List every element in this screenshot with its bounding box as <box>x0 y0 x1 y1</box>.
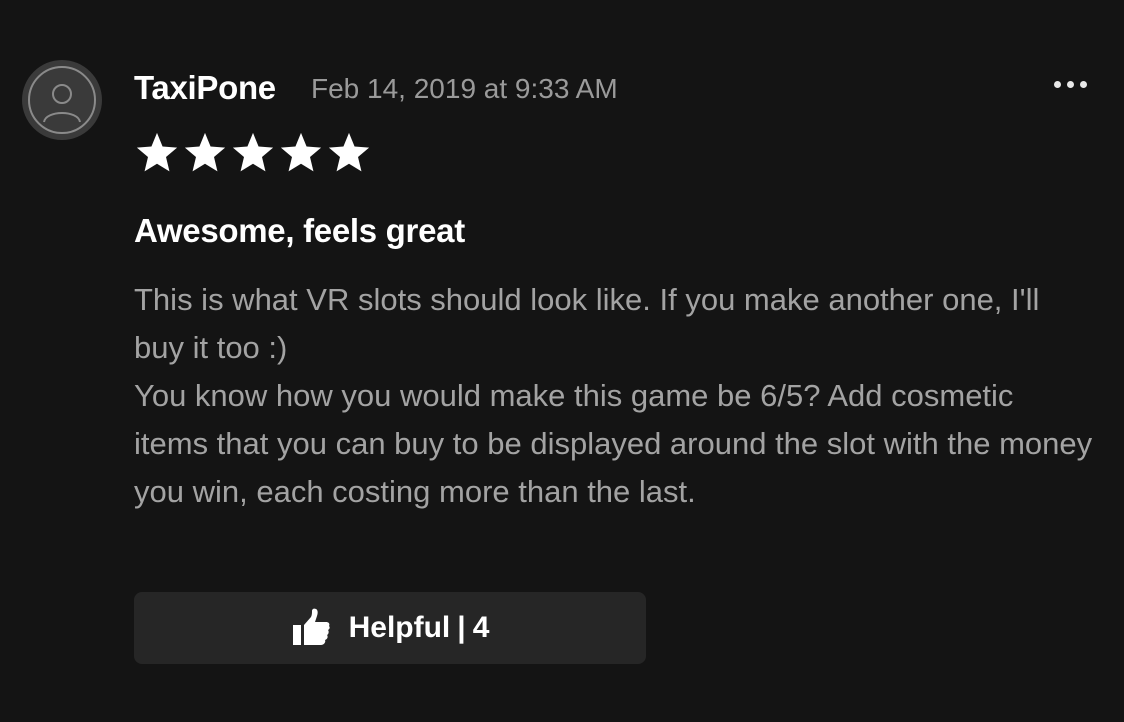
helpful-button[interactable]: Helpful | 4 <box>134 592 646 664</box>
star-filled-icon <box>232 132 274 172</box>
review-timestamp: Feb 14, 2019 at 9:33 AM <box>311 73 618 104</box>
helpful-count: 4 <box>472 611 490 644</box>
thumbs-up-icon <box>292 608 330 645</box>
review-title: Awesome, feels great <box>134 212 465 249</box>
helpful-label: Helpful <box>348 611 451 644</box>
star-filled-icon <box>328 132 370 172</box>
helpful-separator: | <box>457 611 466 644</box>
helpful-label-group: Helpful | 4 <box>349 608 490 648</box>
avatar[interactable] <box>22 60 102 140</box>
more-options-button[interactable] <box>1046 66 1096 102</box>
star-filled-icon <box>280 132 322 172</box>
star-filled-icon <box>184 132 226 172</box>
user-avatar-icon <box>23 61 101 139</box>
star-filled-icon <box>136 132 178 172</box>
star-rating <box>134 130 372 176</box>
review-body: This is what VR slots should look like. … <box>134 282 1093 509</box>
review-author[interactable]: TaxiPone <box>134 68 276 108</box>
review-card: TaxiPone Feb 14, 2019 at 9:33 AM Awesome… <box>0 0 1124 722</box>
